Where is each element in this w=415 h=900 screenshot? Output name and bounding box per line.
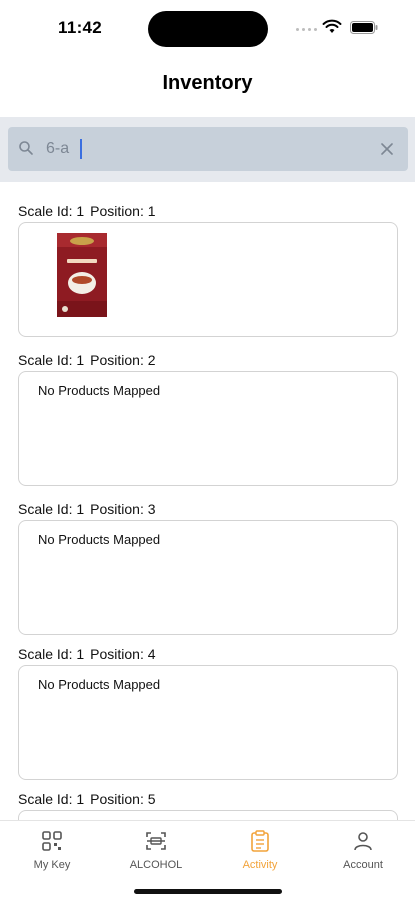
tab-label: Activity — [242, 859, 278, 871]
search-field[interactable] — [8, 127, 408, 171]
no-products-text: No Products Mapped — [38, 532, 161, 547]
slot-card[interactable]: No Products Mapped — [18, 520, 398, 635]
slot-item: Scale Id: 1 Position: 4 No Products Mappe… — [18, 643, 398, 780]
slot-card[interactable]: No Products Mapped — [18, 665, 398, 780]
home-indicator — [134, 889, 282, 894]
scale-id-label: Scale Id: 1 — [18, 203, 85, 219]
position-label: Position: 5 — [90, 791, 156, 807]
slot-item: Scale Id: 1 Position: 3 No Products Mappe… — [18, 498, 398, 635]
text-caret — [80, 139, 82, 159]
tab-label: My Key — [33, 859, 71, 871]
status-bar: 11:42 — [0, 0, 415, 58]
scale-id-label: Scale Id: 1 — [18, 646, 85, 662]
person-icon — [354, 832, 372, 851]
slot-label: Scale Id: 1 Position: 5 — [18, 788, 398, 810]
wifi-icon — [322, 19, 342, 33]
slot-list[interactable]: Scale Id: 1 Position: 1 Scale Id: 1 Positi… — [0, 182, 415, 820]
tab-alcohol[interactable]: ALCOHOL — [111, 827, 201, 877]
position-label: Position: 4 — [90, 646, 156, 662]
search-input[interactable] — [46, 134, 366, 164]
product-image[interactable] — [57, 233, 107, 317]
cellular-signal-icon — [296, 28, 317, 31]
position-label: Position: 3 — [90, 501, 156, 517]
clear-icon[interactable] — [378, 140, 396, 158]
battery-icon — [350, 21, 378, 34]
position-label: Position: 2 — [90, 352, 156, 368]
slot-label: Scale Id: 1 Position: 4 — [18, 643, 398, 665]
slot-label: Scale Id: 1 Position: 1 — [18, 200, 398, 222]
tab-bar: My Key ALCOHOL Activity Account — [0, 820, 415, 900]
tab-my-key[interactable]: My Key — [7, 827, 97, 877]
search-bar-container — [0, 117, 415, 182]
scan-frame-icon — [146, 832, 166, 850]
tab-label: ALCOHOL — [129, 859, 183, 871]
qr-grid-icon — [42, 831, 62, 851]
slot-card[interactable] — [18, 810, 398, 820]
tab-label: Account — [343, 859, 383, 871]
scale-id-label: Scale Id: 1 — [18, 352, 85, 368]
dynamic-island — [148, 11, 268, 47]
clipboard-icon — [251, 830, 269, 852]
slot-item: Scale Id: 1 Position: 1 — [18, 200, 398, 337]
status-time: 11:42 — [58, 18, 103, 37]
scale-id-label: Scale Id: 1 — [18, 791, 85, 807]
search-icon — [19, 141, 33, 155]
slot-label: Scale Id: 1 Position: 2 — [18, 349, 398, 371]
no-products-text: No Products Mapped — [38, 677, 161, 692]
slot-item: Scale Id: 1 Position: 5 — [18, 788, 398, 820]
tab-activity[interactable]: Activity — [215, 827, 305, 877]
slot-item: Scale Id: 1 Position: 2 No Products Mappe… — [18, 349, 398, 486]
page-title: Inventory — [162, 72, 253, 94]
position-label: Position: 1 — [90, 203, 156, 219]
slot-card[interactable] — [18, 222, 398, 337]
tab-account[interactable]: Account — [318, 827, 408, 877]
slot-card[interactable]: No Products Mapped — [18, 371, 398, 486]
slot-label: Scale Id: 1 Position: 3 — [18, 498, 398, 520]
scale-id-label: Scale Id: 1 — [18, 501, 85, 517]
no-products-text: No Products Mapped — [38, 383, 161, 398]
